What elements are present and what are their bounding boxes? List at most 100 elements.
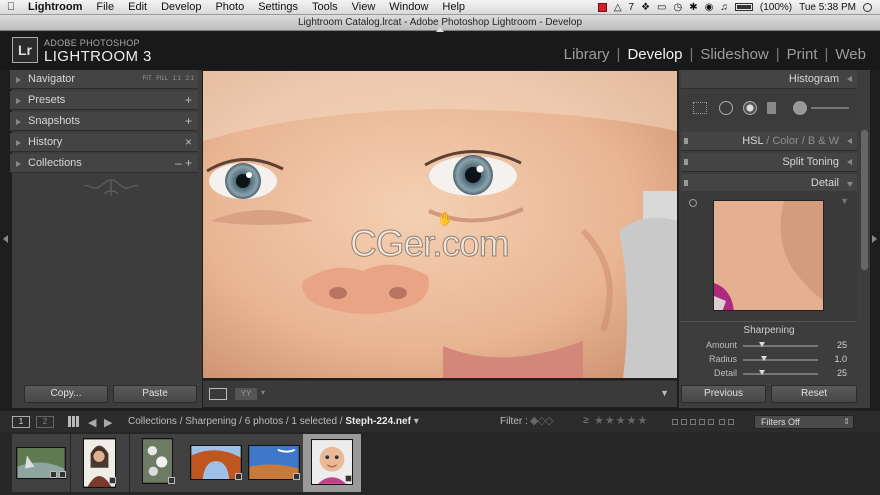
collection-actions-icon[interactable]: – +	[175, 154, 192, 173]
module-web[interactable]: Web	[835, 46, 866, 63]
primary-monitor-button[interactable]: 1	[12, 416, 30, 428]
menu-develop[interactable]: Develop	[155, 0, 209, 15]
menu-photo[interactable]: Photo	[209, 0, 252, 15]
color-label-yellow-icon[interactable]	[681, 419, 687, 425]
filmstrip-cell[interactable]	[188, 434, 246, 492]
histogram-panel-header[interactable]: Histogram	[681, 70, 857, 89]
tab-color[interactable]: Color	[772, 135, 798, 147]
flag-filter-icons[interactable]: ◆◇◇	[530, 414, 553, 427]
collections-panel-header[interactable]: Collections – +	[10, 154, 198, 173]
filmstrip-cell[interactable]	[12, 434, 70, 492]
panel-switch-icon[interactable]	[684, 159, 688, 165]
filter-preset-select[interactable]: Filters Off ⇕	[754, 415, 854, 429]
spot-removal-tool-icon[interactable]	[719, 101, 733, 115]
forward-arrow-icon[interactable]: ▶	[104, 416, 112, 429]
radius-value[interactable]: 1.0	[834, 354, 847, 364]
color-label-other-icon[interactable]	[728, 419, 734, 425]
add-preset-icon[interactable]: +	[185, 91, 192, 110]
detail-slider-thumb[interactable]	[758, 370, 765, 375]
menu-tools[interactable]: Tools	[306, 0, 346, 15]
detail-target-icon[interactable]	[689, 199, 697, 207]
menu-help[interactable]: Help	[436, 0, 473, 15]
right-panel-toggle-icon[interactable]	[872, 235, 877, 243]
adobe-icon[interactable]: △	[614, 2, 622, 13]
previous-button[interactable]: Previous	[681, 385, 766, 403]
detail-value[interactable]: 25	[837, 368, 847, 378]
crop-tool-icon[interactable]	[693, 102, 707, 114]
dropbox-icon[interactable]: ❖	[641, 2, 650, 13]
amount-slider-thumb[interactable]	[758, 342, 765, 347]
time-machine-icon[interactable]: ◷	[674, 2, 683, 13]
menu-file[interactable]: File	[90, 0, 122, 15]
menu-view[interactable]: View	[346, 0, 384, 15]
battery-icon[interactable]	[734, 3, 753, 11]
apple-icon[interactable]: 	[0, 1, 22, 13]
left-panel-toggle-icon[interactable]	[3, 235, 8, 243]
color-label-red-icon[interactable]	[672, 419, 678, 425]
menu-window[interactable]: Window	[383, 0, 436, 15]
snapshots-panel-header[interactable]: Snapshots +	[10, 112, 198, 131]
detail-warning-triangle-icon[interactable]: ▼	[840, 196, 849, 206]
filmstrip-cell[interactable]	[130, 434, 188, 492]
tab-bw[interactable]: B & W	[808, 135, 839, 147]
clear-history-icon[interactable]: ×	[185, 133, 192, 152]
screen-icon[interactable]: ▭	[657, 2, 666, 13]
brush-slider[interactable]	[811, 107, 849, 109]
breadcrumb[interactable]: Collections / Sharpening / 6 photos / 1 …	[128, 416, 419, 427]
red-status-icon[interactable]	[597, 2, 607, 12]
paste-button[interactable]: Paste	[113, 385, 197, 403]
presets-panel-header[interactable]: Presets +	[10, 91, 198, 110]
reset-button[interactable]: Reset	[771, 385, 857, 403]
color-label-blue-icon[interactable]	[699, 419, 705, 425]
rating-filter-stars[interactable]: ★★★★★	[594, 414, 648, 427]
add-snapshot-icon[interactable]: +	[185, 112, 192, 131]
menu-edit[interactable]: Edit	[122, 0, 155, 15]
toolbar-content-arrow-icon[interactable]: ▼	[660, 388, 669, 398]
radius-slider-thumb[interactable]	[761, 356, 767, 361]
filmstrip-cell[interactable]	[71, 434, 129, 492]
module-slideshow[interactable]: Slideshow	[700, 46, 768, 63]
history-panel-header[interactable]: History ×	[10, 133, 198, 152]
bluetooth-icon[interactable]: ✱	[689, 2, 697, 13]
back-arrow-icon[interactable]: ◀	[88, 416, 96, 429]
radius-slider[interactable]	[743, 356, 818, 361]
detail-preview[interactable]	[713, 200, 824, 311]
secondary-monitor-button[interactable]: 2	[36, 416, 54, 428]
tab-hsl[interactable]: HSL	[742, 135, 763, 147]
color-label-green-icon[interactable]	[690, 419, 696, 425]
spotlight-icon[interactable]	[863, 2, 872, 12]
copy-button[interactable]: Copy...	[24, 385, 108, 403]
navigator-panel-header[interactable]: Navigator FIT FILL 1:1 2:1	[10, 70, 198, 89]
grid-view-icon[interactable]	[68, 416, 79, 427]
color-label-none-icon[interactable]	[719, 419, 725, 425]
before-after-view-icon[interactable]: YY	[235, 388, 257, 400]
filmstrip-cell[interactable]	[246, 434, 304, 492]
chevron-down-icon[interactable]: ▾	[414, 416, 419, 427]
hsl-panel-header[interactable]: HSL / Color / B & W	[681, 132, 857, 151]
module-print[interactable]: Print	[787, 46, 818, 63]
detail-slider[interactable]	[743, 370, 818, 375]
amount-slider[interactable]	[743, 342, 818, 347]
module-develop[interactable]: Develop	[627, 46, 682, 63]
panel-switch-icon[interactable]	[684, 180, 688, 186]
adjustment-brush-icon[interactable]	[793, 101, 807, 115]
amount-value[interactable]: 25	[837, 340, 847, 350]
menu-settings[interactable]: Settings	[252, 0, 306, 15]
loupe-view-icon[interactable]	[209, 388, 227, 400]
navigator-zoom-options[interactable]: FIT FILL 1:1 2:1	[143, 70, 194, 89]
menu-app[interactable]: Lightroom	[22, 0, 90, 15]
volume-icon[interactable]: ♫	[720, 2, 728, 13]
wifi-icon[interactable]: ◉	[705, 2, 714, 13]
module-library[interactable]: Library	[564, 46, 610, 63]
color-label-purple-icon[interactable]	[708, 419, 714, 425]
graduated-filter-tool-icon[interactable]	[767, 102, 776, 114]
filmstrip-cell-selected[interactable]	[303, 434, 361, 492]
menubar-clock[interactable]: Tue 5:38 PM	[799, 2, 856, 13]
right-panel-scrollbar[interactable]	[861, 130, 868, 270]
red-eye-tool-icon[interactable]	[743, 101, 757, 115]
panel-switch-icon[interactable]	[684, 138, 688, 144]
rating-operator[interactable]: ≥	[583, 415, 589, 426]
split-toning-panel-header[interactable]: Split Toning	[681, 153, 857, 172]
view-options-arrow-icon[interactable]: ▾	[261, 388, 265, 397]
photo-canvas[interactable]: CGer.com ✋	[203, 71, 677, 378]
